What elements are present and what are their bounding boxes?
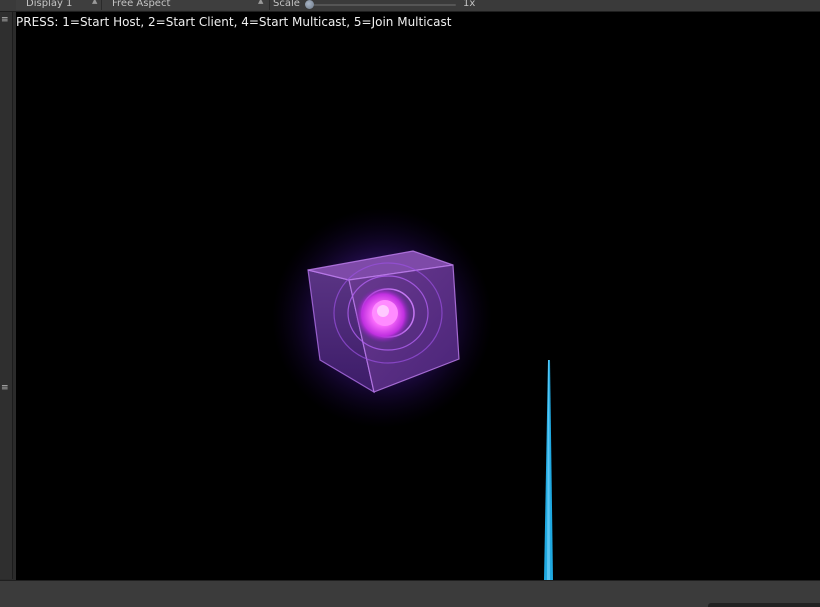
scale-label: Scale <box>273 0 300 9</box>
updown-arrow-icon: ▲︎ <box>92 0 98 5</box>
updown-arrow-icon: ▲︎ <box>258 0 264 5</box>
game-viewport[interactable]: PRESS: 1=Start Host, 2=Start Client, 4=S… <box>16 12 820 580</box>
hamburger-menu-icon[interactable]: ≡ <box>1 384 9 393</box>
hud-instructions: PRESS: 1=Start Host, 2=Start Client, 4=S… <box>16 15 452 29</box>
scene-render <box>272 208 553 580</box>
display-dropdown-label: Display 1 <box>26 0 73 9</box>
display-dropdown[interactable]: Display 1 ▲︎ <box>16 0 102 10</box>
status-bar-tab <box>708 603 820 607</box>
aspect-dropdown-label: Free Aspect <box>112 0 171 9</box>
game-view-window: Display 1 ▲︎ Free Aspect ▲︎ Scale 1x ≡ ≡ <box>0 0 820 607</box>
game-view-toolbar: Display 1 ▲︎ Free Aspect ▲︎ Scale 1x <box>0 0 820 12</box>
scale-slider-knob[interactable] <box>305 0 314 9</box>
aspect-dropdown[interactable]: Free Aspect ▲︎ <box>102 0 270 10</box>
hamburger-menu-icon[interactable]: ≡ <box>1 16 9 25</box>
scale-slider-track[interactable] <box>308 4 456 6</box>
left-panel-gutter: ≡ ≡ <box>0 12 13 579</box>
scale-value: 1x <box>463 0 476 9</box>
editor-status-bar <box>0 580 820 607</box>
